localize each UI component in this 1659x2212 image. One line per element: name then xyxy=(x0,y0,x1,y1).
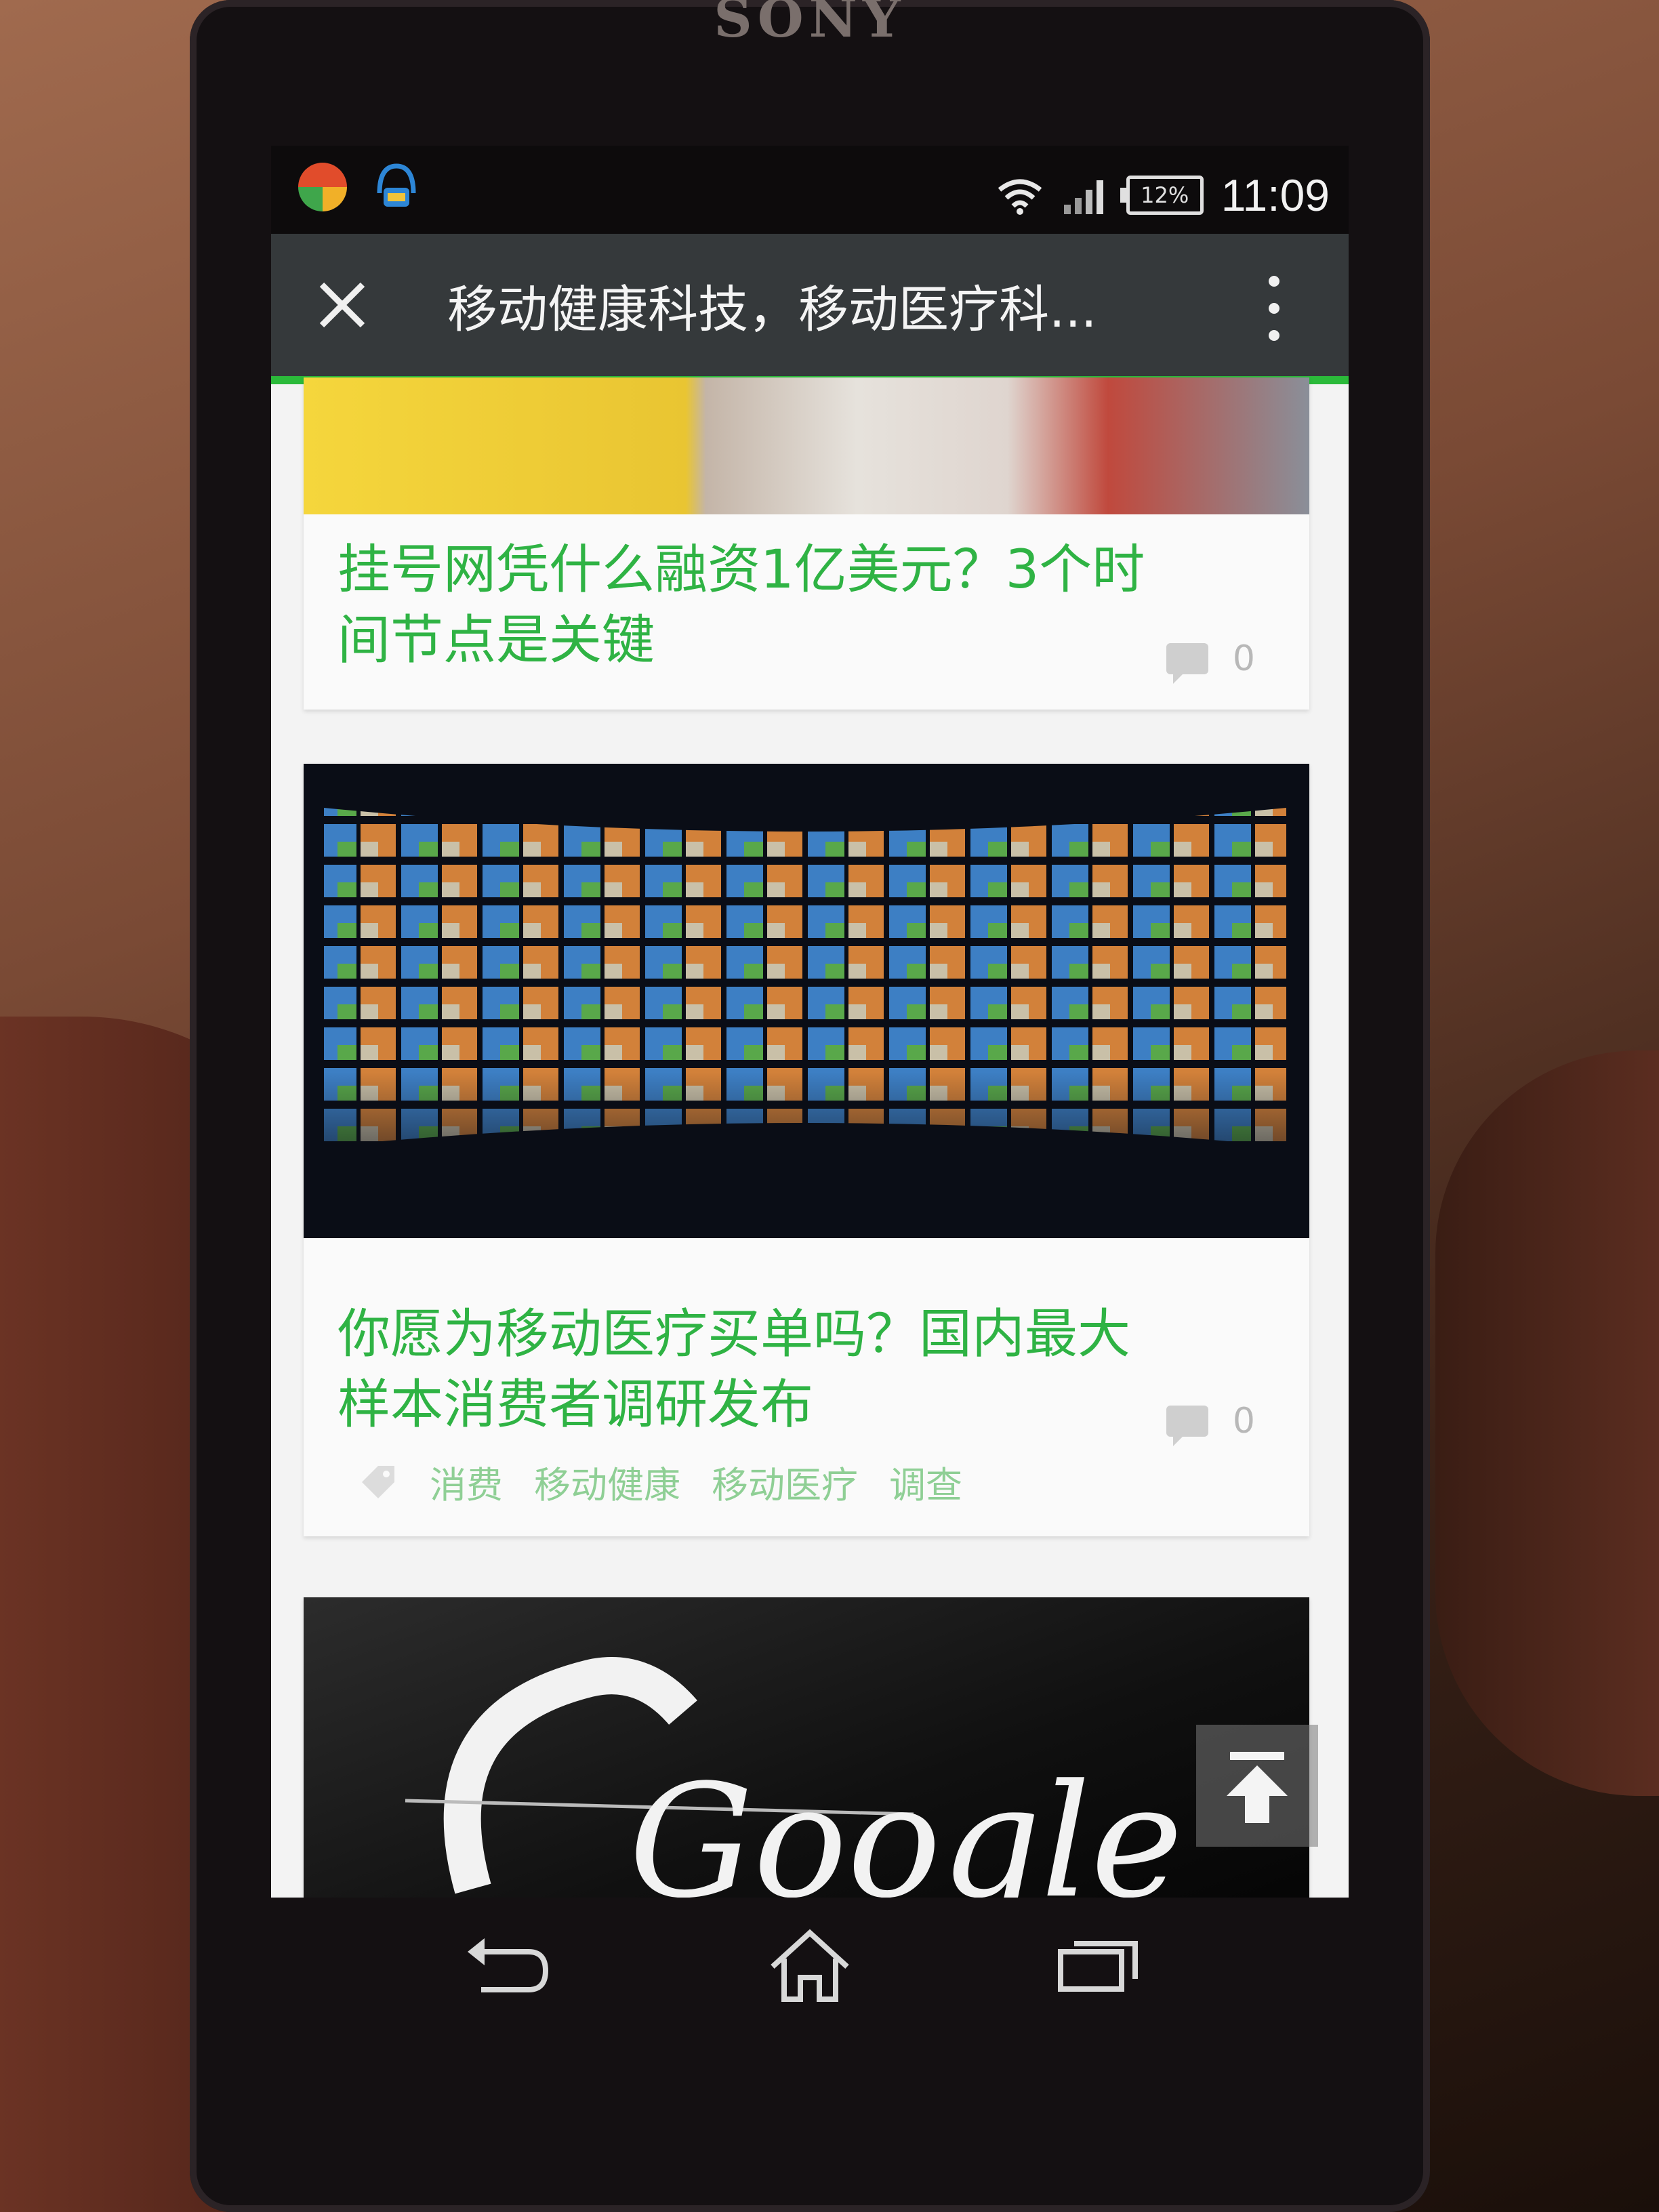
tag-mobile-medical[interactable]: 移动医疗 xyxy=(712,1455,858,1509)
comment-count: 0 xyxy=(1166,638,1255,684)
signal-icon xyxy=(1063,180,1103,214)
home-icon[interactable] xyxy=(762,1925,857,2006)
wifi-icon xyxy=(998,179,1042,215)
comment-icon xyxy=(1166,1406,1208,1446)
article-title[interactable]: 挂号网凭什么融资1亿美元？3个时间节点是关键 xyxy=(337,535,1151,676)
comment-count-value: 0 xyxy=(1232,1401,1255,1441)
article-image[interactable]: Google xyxy=(304,1597,1309,1898)
article-list[interactable]: 挂号网凭什么融资1亿美元？3个时间节点是关键 0 你愿为移动医疗买单吗？国内最大… xyxy=(271,377,1349,1898)
clock: 11:09 xyxy=(1221,170,1330,220)
google-logo-image: Google xyxy=(405,1657,1183,1898)
arrow-up-icon xyxy=(1227,1752,1288,1823)
article-image[interactable] xyxy=(304,377,1309,514)
article-card[interactable]: 挂号网凭什么融资1亿美元？3个时间节点是关键 0 xyxy=(304,377,1309,710)
article-card[interactable]: 你愿为移动医疗买单吗？国内最大样本消费者调研发布 0 消费 移动健康 移动医疗 … xyxy=(304,764,1309,1536)
recent-apps-icon[interactable] xyxy=(1050,1925,1145,2006)
screen: 12% 11:09 移动健康科技，移动医疗科... 挂号网凭什么融资1亿美元？3… xyxy=(271,146,1349,1898)
more-vertical-icon[interactable] xyxy=(1261,271,1288,346)
comment-icon xyxy=(1166,643,1208,684)
phone-body: SONY 12% 11:09 移动健康科技，移动医疗科... 挂号网凭什么融资1… xyxy=(190,0,1430,2212)
scroll-to-top-button[interactable] xyxy=(1196,1725,1318,1847)
navigation-bar xyxy=(271,1898,1349,2047)
status-icons: 12% 11:09 xyxy=(996,169,1330,221)
title-bar: 移动健康科技，移动医疗科... xyxy=(271,234,1349,376)
tag-list: 消费 移动健康 移动医疗 调查 xyxy=(358,1455,962,1509)
tag-survey[interactable]: 调查 xyxy=(889,1455,962,1509)
app-icon xyxy=(298,163,347,211)
tv-wall-image xyxy=(317,808,1293,1194)
close-icon[interactable] xyxy=(308,271,376,339)
hand-right xyxy=(1435,1050,1659,1796)
status-bar: 12% 11:09 xyxy=(271,146,1349,234)
tag-mobile-health[interactable]: 移动健康 xyxy=(534,1455,680,1509)
article-image[interactable] xyxy=(304,764,1309,1238)
back-icon[interactable] xyxy=(454,1925,549,2006)
article-card[interactable]: Google xyxy=(304,1597,1309,1898)
tag-consumption[interactable]: 消费 xyxy=(430,1455,503,1509)
notification-app-icon xyxy=(377,163,416,207)
comment-count-value: 0 xyxy=(1232,638,1255,679)
comment-count: 0 xyxy=(1166,1401,1255,1446)
google-logo-text: Google xyxy=(629,1752,1183,1898)
tag-icon xyxy=(362,1465,394,1498)
article-title[interactable]: 你愿为移动医疗买单吗？国内最大样本消费者调研发布 xyxy=(337,1299,1151,1440)
brand-logo: SONY xyxy=(714,0,906,49)
battery-icon: 12% xyxy=(1120,176,1204,215)
page-title: 移动健康科技，移动医疗科... xyxy=(447,281,1097,339)
